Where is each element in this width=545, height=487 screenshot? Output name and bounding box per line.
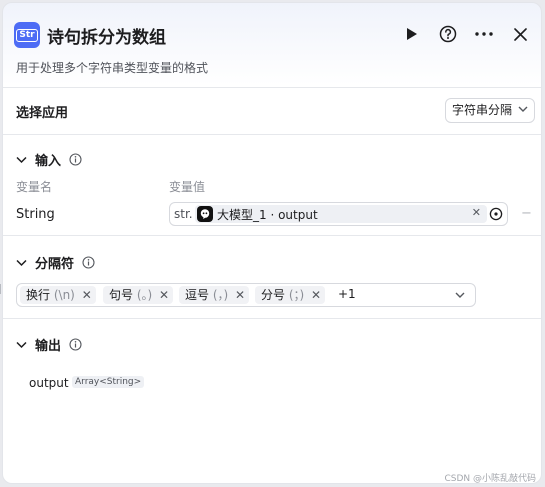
info-circle-icon[interactable] (69, 338, 82, 351)
output-section-header[interactable]: 输出 (16, 335, 82, 354)
play-icon[interactable] (401, 23, 423, 45)
info-circle-icon[interactable] (69, 153, 82, 166)
divider (3, 235, 541, 236)
separator-chip[interactable]: 分号 (；) ✕ (255, 286, 326, 304)
chip-label: 句号 (109, 288, 134, 302)
info-circle-icon[interactable] (82, 256, 95, 269)
chip-label: 逗号 (185, 288, 210, 302)
chevron-down-icon[interactable] (455, 292, 465, 299)
remove-chip-icon[interactable]: ✕ (159, 288, 169, 302)
chip-symbol: (。) (136, 288, 153, 302)
remove-chip-icon[interactable]: ✕ (82, 288, 92, 302)
select-app-label: 选择应用 (16, 106, 69, 121)
target-icon[interactable] (489, 207, 503, 221)
collapse-chevron-icon[interactable] (16, 341, 27, 349)
edge-marker (0, 284, 1, 294)
var-name-column-label: 变量名 (16, 180, 53, 194)
panel-subtitle: 用于处理多个字符串类型变量的格式 (16, 61, 209, 75)
output-var-name: output (29, 376, 69, 390)
remove-chip-icon[interactable]: ✕ (311, 288, 321, 302)
input-value-field[interactable]: str. 大模型_1 · output ✕ (169, 202, 508, 226)
divider (3, 318, 541, 319)
remove-reference-icon[interactable]: ✕ (472, 206, 481, 219)
type-prefix: str. (174, 207, 193, 221)
app-icon-text: Str (16, 28, 38, 42)
input-section-title: 输入 (35, 154, 62, 169)
var-value-column-label: 变量值 (169, 180, 206, 194)
separator-section-title: 分隔符 (35, 257, 75, 272)
panel-header: Str 诗句拆分为数组 用于处理多个字符串类型变量的格式 (3, 3, 541, 89)
llm-model-icon (197, 206, 213, 222)
app-select-value: 字符串分隔 (451, 103, 512, 117)
divider (3, 87, 541, 88)
more-chips-count[interactable]: +1 (338, 287, 356, 301)
panel-title: 诗句拆分为数组 (47, 28, 166, 48)
chip-symbol: (\n) (53, 288, 75, 302)
remove-chip-icon[interactable]: ✕ (235, 288, 245, 302)
separator-chip[interactable]: 逗号 (，) ✕ (179, 286, 250, 304)
collapse-chevron-icon[interactable] (16, 259, 27, 267)
chip-label: 分号 (261, 288, 286, 302)
divider (3, 134, 541, 135)
variable-reference-chip[interactable]: 大模型_1 · output ✕ (195, 205, 487, 223)
node-panel: Str 诗句拆分为数组 用于处理多个字符串类型变量的格式 选择应用 字符串分隔 … (2, 2, 542, 484)
reference-text: 大模型_1 · output (217, 207, 318, 222)
separator-section-header[interactable]: 分隔符 (16, 253, 95, 272)
chip-symbol: (，) (212, 288, 229, 302)
watermark: CSDN @小陈乱敲代码 (444, 474, 536, 484)
chip-label: 换行 (26, 288, 51, 302)
app-select-dropdown[interactable]: 字符串分隔 (444, 98, 535, 123)
help-circle-icon[interactable] (437, 23, 459, 45)
output-type-badge: Array<String> (72, 376, 145, 388)
chevron-down-icon (518, 106, 528, 112)
collapse-chevron-icon[interactable] (16, 156, 27, 164)
separator-multiselect[interactable]: 换行 (\n) ✕ 句号 (。) ✕ 逗号 (，) ✕ 分号 (；) ✕ +1 (16, 283, 476, 307)
output-section-title: 输出 (35, 339, 62, 354)
separator-chip[interactable]: 句号 (。) ✕ (103, 286, 174, 304)
close-icon[interactable] (509, 23, 531, 45)
input-section-header[interactable]: 输入 (16, 150, 82, 169)
chip-symbol: (；) (288, 288, 305, 302)
remove-variable-button[interactable]: − (521, 206, 532, 221)
input-var-name: String (16, 207, 55, 222)
header-actions (401, 23, 531, 45)
separator-chip[interactable]: 换行 (\n) ✕ (20, 286, 96, 304)
string-node-icon: Str (14, 22, 40, 48)
more-horizontal-icon[interactable] (473, 23, 495, 45)
